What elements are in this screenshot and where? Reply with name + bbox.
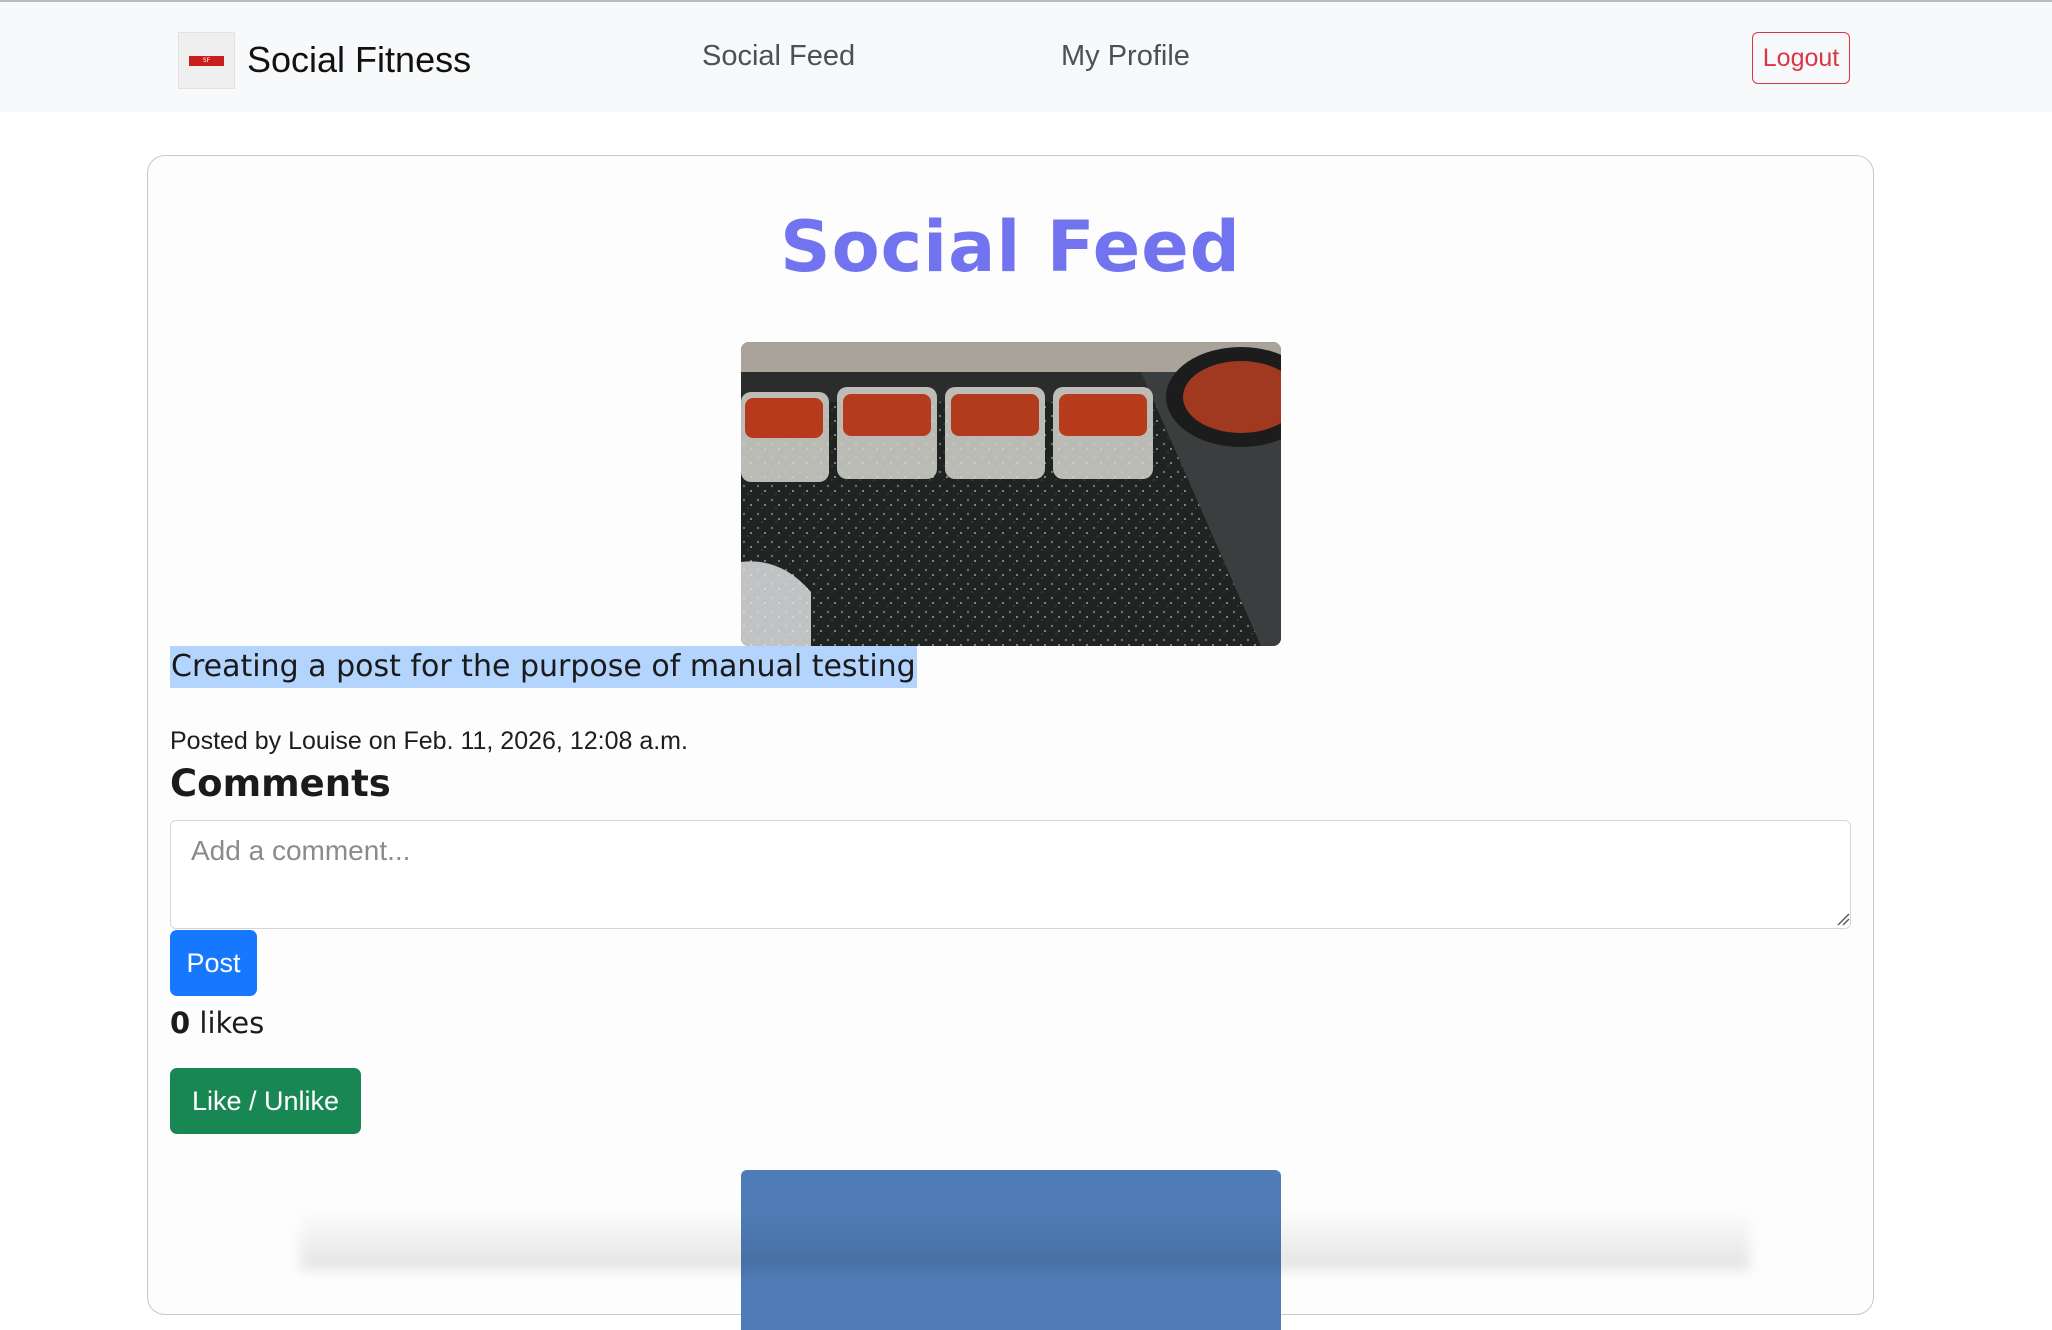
navbar: SF Social Fitness Social Feed My Profile… [0,2,2052,112]
post-caption: Creating a post for the purpose of manua… [170,646,917,688]
likes-count: 0 likes [170,1006,264,1040]
comments-heading: Comments [170,762,391,805]
logout-button[interactable]: Logout [1752,32,1850,84]
feed-card: Social Feed Creating a post for the purp… [147,155,1874,1330]
nav-link-my-profile[interactable]: My Profile [1061,40,1190,73]
post-image [741,342,1281,646]
post-meta: Posted by Louise on Feb. 11, 2026, 12:08… [170,727,688,755]
bottom-fade [300,1210,1750,1270]
nav-link-social-feed[interactable]: Social Feed [702,40,855,73]
likes-number: 0 [170,1006,191,1040]
brand-name: Social Fitness [247,39,472,80]
page-title: Social Feed [780,206,1241,288]
resize-handle-icon[interactable] [1836,912,1850,926]
post-comment-button[interactable]: Post [170,930,257,996]
brand[interactable]: SF Social Fitness [178,26,471,94]
likes-label: likes [199,1006,265,1040]
brand-logo: SF [178,31,235,89]
like-unlike-button[interactable]: Like / Unlike [170,1068,361,1134]
comment-input[interactable] [170,820,1851,929]
